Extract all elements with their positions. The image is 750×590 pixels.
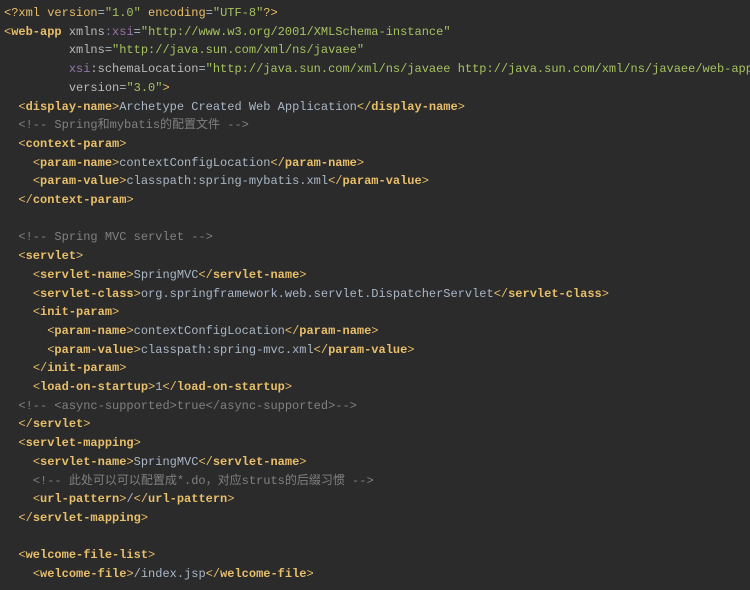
line: <load-on-startup>1</load-on-startup> — [4, 380, 292, 394]
line: <param-name>contextConfigLocation</param… — [4, 156, 364, 170]
line: <!-- <async-supported>true</async-suppor… — [4, 399, 357, 413]
line: <param-value>classpath:spring-mvc.xml</p… — [4, 343, 415, 357]
line: </context-param> — [4, 193, 134, 207]
line: <welcome-file>/index.jsp</welcome-file> — [4, 567, 314, 581]
line: <web-app xmlns:xsi="http://www.w3.org/20… — [4, 25, 451, 39]
line: <servlet-class>org.springframework.web.s… — [4, 287, 609, 301]
code-editor[interactable]: <?xml version="1.0" encoding="UTF-8"?> <… — [0, 0, 750, 584]
line: <welcome-file-list> — [4, 548, 155, 562]
line: </init-param> — [4, 361, 126, 375]
line: <param-name>contextConfigLocation</param… — [4, 324, 379, 338]
line: <!-- Spring和mybatis的配置文件 --> — [4, 118, 249, 132]
line: <init-param> — [4, 305, 119, 319]
line: <?xml version="1.0" encoding="UTF-8"?> — [4, 6, 278, 20]
line: xmlns="http://java.sun.com/xml/ns/javaee… — [4, 43, 364, 57]
line: </servlet-mapping> — [4, 511, 148, 525]
line: <url-pattern>/</url-pattern> — [4, 492, 234, 506]
line: <!-- 此处可以可以配置成*.do，对应struts的后缀习惯 --> — [4, 474, 374, 488]
line — [4, 212, 11, 226]
line: <!-- Spring MVC servlet --> — [4, 230, 213, 244]
line: </servlet> — [4, 417, 90, 431]
line: <context-param> — [4, 137, 126, 151]
line: <servlet> — [4, 249, 83, 263]
line: version="3.0"> — [4, 81, 170, 95]
line: <servlet-mapping> — [4, 436, 141, 450]
line — [4, 530, 11, 544]
line: <servlet-name>SpringMVC</servlet-name> — [4, 455, 306, 469]
line: <servlet-name>SpringMVC</servlet-name> — [4, 268, 306, 282]
line: <display-name>Archetype Created Web Appl… — [4, 100, 465, 114]
line: xsi:schemaLocation="http://java.sun.com/… — [4, 62, 750, 76]
line: <param-value>classpath:spring-mybatis.xm… — [4, 174, 429, 188]
